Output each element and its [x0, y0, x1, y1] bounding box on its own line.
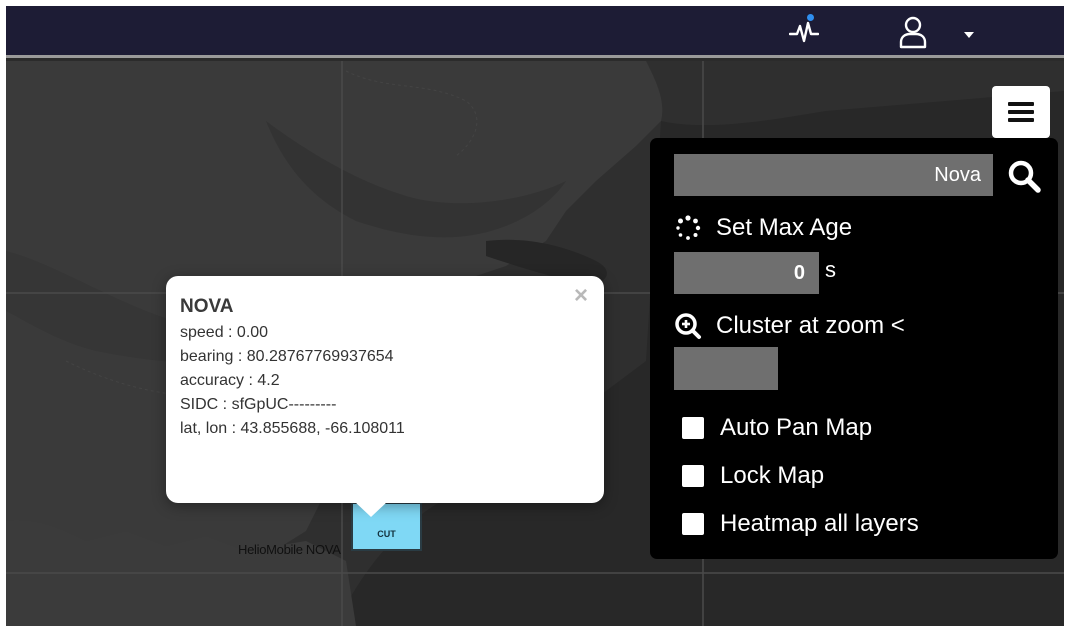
zoom-in-icon [674, 312, 702, 340]
heatmap-label: Heatmap all layers [720, 510, 919, 537]
lock-map-label: Lock Map [720, 462, 825, 489]
spinner-dots-icon [674, 214, 702, 242]
hamburger-menu-icon [1008, 102, 1034, 122]
option-heatmap-all-layers[interactable]: Heatmap all layers [682, 510, 919, 538]
caret-down-icon [964, 32, 974, 38]
search-button[interactable] [1004, 156, 1044, 196]
popup-accuracy: accuracy : 4.2 [180, 372, 280, 389]
heatmap-checkbox[interactable] [682, 513, 704, 535]
option-auto-pan-map[interactable]: Auto Pan Map [682, 414, 872, 442]
popup-title: NOVA [180, 296, 234, 317]
user-menu-button[interactable] [888, 12, 986, 52]
search-input[interactable] [674, 154, 993, 196]
popup-speed: speed : 0.00 [180, 324, 269, 341]
activity-pulse-icon [789, 21, 819, 43]
popup-close-button[interactable]: × [572, 284, 590, 308]
max-age-input[interactable] [674, 252, 819, 294]
marker-symbol-text: CUT [377, 529, 396, 539]
option-lock-map[interactable]: Lock Map [682, 462, 824, 490]
app-frame: CUT HelioMobile NOVA × NOVA speed : 0.00… [6, 6, 1064, 626]
max-age-unit: s [825, 257, 836, 282]
activity-button[interactable] [780, 12, 828, 52]
map-control-panel: Set Max Age s Cluster at zoom < Auto Pan… [650, 138, 1058, 559]
max-age-row: Set Max Age [674, 214, 852, 242]
user-icon [899, 16, 927, 49]
lock-map-checkbox[interactable] [682, 465, 704, 487]
popup-bearing: bearing : 80.28767769937654 [180, 348, 394, 365]
cluster-row: Cluster at zoom < [674, 312, 905, 340]
popup-sidc: SIDC : sfGpUC--------- [180, 396, 337, 413]
auto-pan-checkbox[interactable] [682, 417, 704, 439]
marker-label: HelioMobile NOVA [238, 542, 341, 557]
search-icon [1008, 160, 1041, 193]
top-navbar [6, 6, 1064, 58]
layers-menu-button[interactable] [992, 86, 1050, 138]
marker-info-popup: × NOVA speed : 0.00 bearing : 80.2876776… [166, 276, 604, 517]
popup-lat-lon: lat, lon : 43.855688, -66.108011 [180, 420, 405, 437]
auto-pan-label: Auto Pan Map [720, 414, 873, 441]
popup-tip [354, 501, 388, 517]
cluster-label: Cluster at zoom < [716, 312, 905, 339]
notification-dot [807, 14, 814, 21]
max-age-label: Set Max Age [716, 214, 853, 241]
cluster-zoom-input[interactable] [674, 347, 778, 390]
